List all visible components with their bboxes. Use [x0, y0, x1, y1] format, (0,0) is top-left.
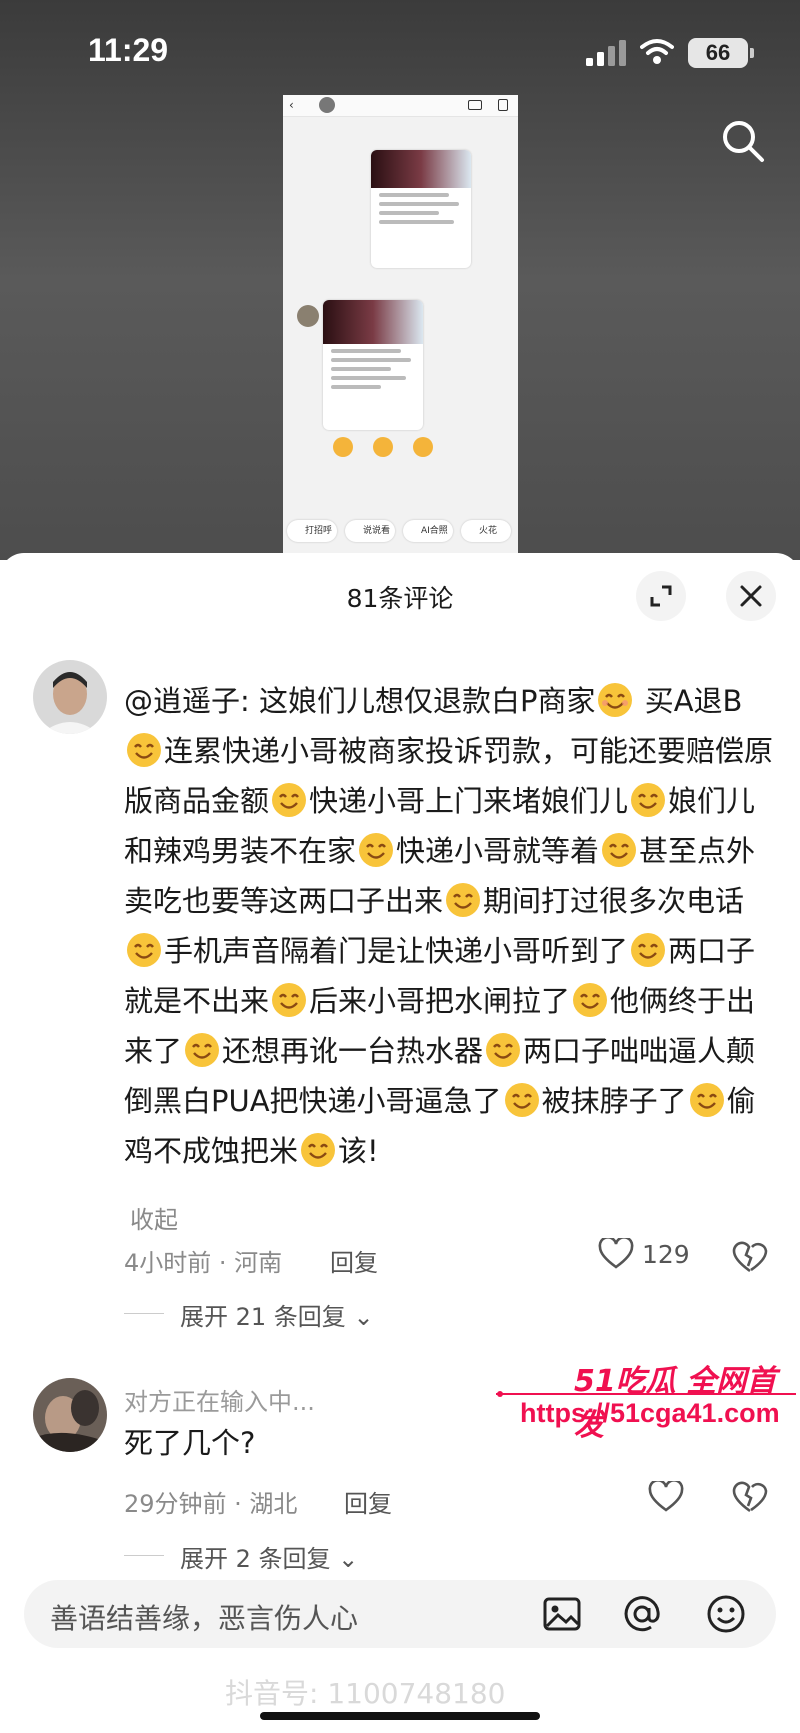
- smile-emoji-icon: [272, 983, 307, 1017]
- smile-emoji-icon: [272, 783, 307, 817]
- broken-heart-icon[interactable]: [732, 1480, 768, 1514]
- smile-emoji-icon: [359, 833, 394, 867]
- avatar[interactable]: [33, 1378, 107, 1452]
- thumb-chip-3: AI合照: [403, 520, 453, 542]
- thumb-chip-1: 打招呼: [287, 520, 337, 542]
- image-icon[interactable]: [542, 1594, 582, 1634]
- home-indicator[interactable]: [260, 1712, 540, 1720]
- like-count: 129: [642, 1239, 690, 1269]
- comment-text-segment: 买A退B: [635, 684, 743, 718]
- wifi-icon: [640, 39, 674, 64]
- thumb-shared-card-1: [371, 150, 471, 268]
- comment-time-location: 4小时前 · 河南: [124, 1249, 283, 1277]
- thumb-video-icon: [468, 100, 482, 110]
- smile-emoji-icon: [598, 683, 633, 717]
- smile-emoji-icon: [573, 983, 608, 1017]
- heart-icon[interactable]: [648, 1481, 684, 1513]
- thumb-avatar-icon: [319, 97, 335, 113]
- smile-emoji-icon: [602, 833, 637, 867]
- like-button[interactable]: 129: [598, 1238, 690, 1270]
- thumb-chip-2: 说说看: [345, 520, 395, 542]
- thumb-emoji-laugh: [413, 437, 433, 457]
- thumb-back-icon: ‹: [289, 98, 294, 112]
- avatar[interactable]: [33, 660, 107, 734]
- comment-text-segment: 快递小哥上门来堵娘们儿: [309, 784, 629, 818]
- thumb-emoji-thumbsup: [333, 437, 353, 457]
- comment-text-segment: 期间打过很多次电话: [483, 884, 745, 918]
- divider: [124, 1313, 164, 1314]
- expand-replies-button[interactable]: 展开 21 条回复 ⌄: [180, 1297, 374, 1332]
- smile-emoji-icon: [689, 1083, 724, 1117]
- comment-text-segment: @逍遥子: 这娘们儿想仅退款白P商家: [124, 684, 596, 718]
- thumb-phone-icon: [498, 99, 508, 111]
- watermark-decoration: [496, 1391, 796, 1397]
- expand-sheet-button[interactable]: [636, 571, 686, 621]
- close-icon: [740, 585, 762, 607]
- expand-replies-label: 展开 21 条回复: [180, 1303, 346, 1331]
- thumb-sender-avatar: [297, 305, 319, 327]
- typing-indicator: 对方正在输入中...: [124, 1388, 315, 1416]
- battery-indicator: 66: [688, 38, 754, 68]
- reply-button[interactable]: 回复: [344, 1484, 392, 1519]
- smile-emoji-icon: [486, 1033, 521, 1067]
- smile-emoji-icon: [504, 1083, 539, 1117]
- smile-emoji-icon: [301, 1133, 336, 1167]
- chevron-down-icon: ⌄: [353, 1303, 374, 1331]
- smile-emoji-icon: [631, 783, 666, 817]
- chevron-down-icon: ⌄: [338, 1545, 359, 1573]
- embedded-screenshot: ‹ 打招呼 说说看 AI合照 火花: [283, 95, 518, 560]
- comment-text-segment: 被抹脖子了: [541, 1084, 687, 1118]
- broken-heart-icon[interactable]: [732, 1240, 768, 1274]
- thumb-chip-4: 火花: [461, 520, 511, 542]
- comment-input-placeholder[interactable]: 善语结善缘，恶言伤人心: [50, 1597, 358, 1637]
- thumb-emoji-smile: [373, 437, 393, 457]
- bottom-watermark: 抖音号: 1100748180: [225, 1677, 506, 1710]
- status-time: 11:29: [88, 32, 169, 68]
- close-button[interactable]: [726, 571, 776, 621]
- expand-replies-button[interactable]: 展开 2 条回复 ⌄: [180, 1539, 358, 1574]
- expand-icon: [650, 585, 672, 607]
- smile-emoji-icon: [127, 933, 161, 967]
- smile-emoji-icon: [185, 1033, 220, 1067]
- thumb-shared-card-2: [323, 300, 423, 430]
- comment-input-bar[interactable]: 善语结善缘，恶言伤人心: [24, 1580, 776, 1648]
- expand-replies-label: 展开 2 条回复: [180, 1545, 331, 1573]
- smile-emoji-icon: [631, 933, 666, 967]
- comment-text-segment: 后来小哥把水闸拉了: [309, 984, 571, 1018]
- comment-text-segment: 还想再讹一台热水器: [222, 1034, 484, 1068]
- comment-text-segment: 手机声音隔着门是让快递小哥听到了: [164, 934, 629, 968]
- comment-text-segment: 该!: [338, 1134, 379, 1168]
- comment-text: @逍遥子: 这娘们儿想仅退款白P商家 买A退B连累快递小哥被商家投诉罚款，可能还…: [124, 676, 774, 1176]
- comment-time-location: 29分钟前 · 湖北: [124, 1490, 298, 1518]
- heart-icon: [598, 1238, 634, 1269]
- emoji-icon[interactable]: [706, 1594, 746, 1634]
- divider: [124, 1555, 164, 1556]
- thumb-header: ‹: [283, 95, 518, 117]
- search-icon[interactable]: [720, 118, 766, 164]
- watermark-url: https://51cga41.com: [520, 1398, 780, 1428]
- cellular-signal-icon: [586, 40, 626, 66]
- mention-icon[interactable]: [622, 1594, 662, 1634]
- smile-emoji-icon: [127, 733, 161, 767]
- collapse-link[interactable]: 收起: [130, 1200, 178, 1235]
- reply-button[interactable]: 回复: [330, 1243, 378, 1278]
- smile-emoji-icon: [446, 883, 481, 917]
- comment-text-segment: 快递小哥就等着: [396, 834, 600, 868]
